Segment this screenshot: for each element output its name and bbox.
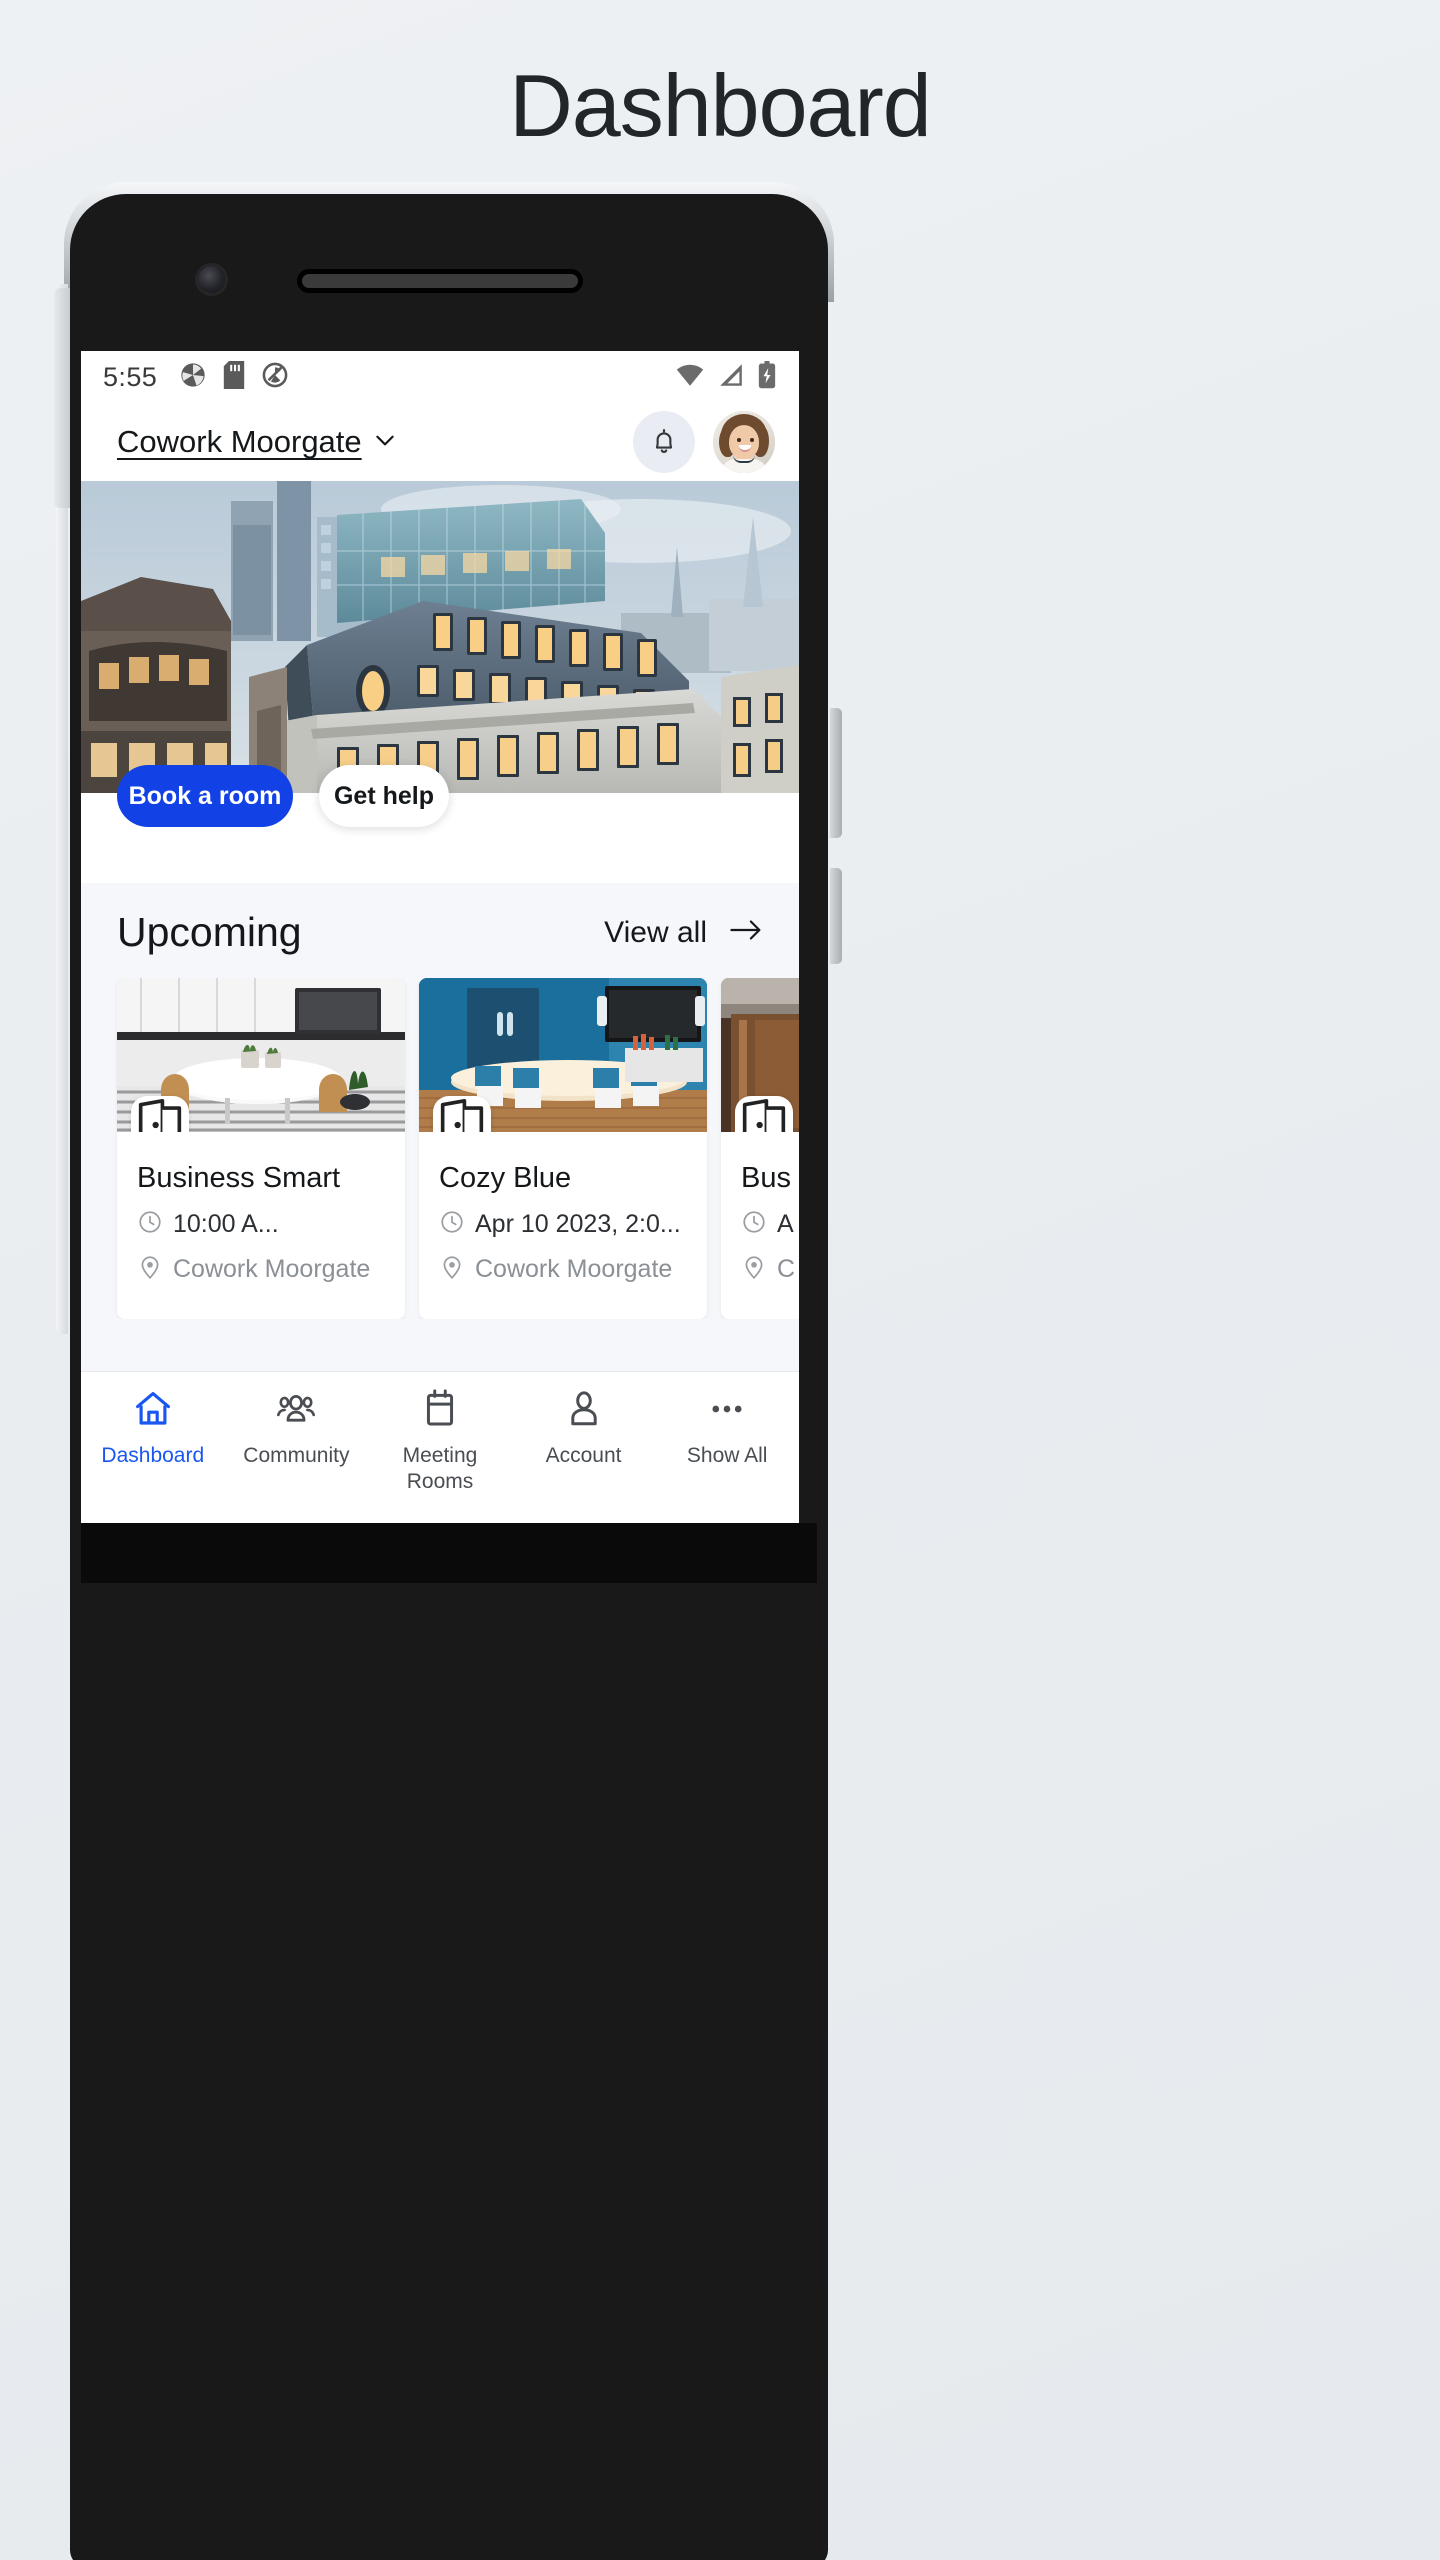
nav-item-community[interactable]: Community: [225, 1388, 369, 1469]
card-image: [721, 978, 799, 1132]
card-location-text: Cowork Moorgate: [475, 1255, 673, 1283]
battery-charging-icon: [757, 360, 777, 394]
device-left-edge-highlight: [54, 288, 70, 508]
hero-image: [81, 481, 799, 793]
location-pin-icon: [741, 1254, 767, 1285]
card-time-text: A: [777, 1210, 794, 1238]
people-icon: [275, 1388, 317, 1435]
book-a-room-button[interactable]: Book a room: [117, 765, 293, 827]
card-title: Business Smart: [137, 1162, 341, 1194]
device-bottom-chin: [81, 1523, 817, 1583]
notifications-button[interactable]: [633, 411, 695, 473]
nav-label: Meeting Rooms: [402, 1444, 478, 1493]
clock-icon: [439, 1209, 465, 1240]
wifi-icon: [675, 363, 705, 392]
card-location-text: C: [777, 1255, 796, 1283]
ellipsis-icon: [706, 1388, 748, 1435]
calendar-icon: [419, 1388, 461, 1435]
status-bar: 5:55: [81, 351, 799, 403]
upcoming-cards-carousel[interactable]: Business Smart 10:00 A... Cowork Moorgat…: [81, 978, 799, 1319]
clock-icon: [137, 1209, 163, 1240]
clock-icon: [741, 1209, 767, 1240]
nav-label: Show All: [686, 1444, 768, 1467]
open-door-icon: [735, 1096, 793, 1132]
location-selector[interactable]: Cowork Moorgate: [117, 424, 398, 460]
device-volume-button: [830, 708, 842, 838]
card-location: Cowork Moorgate: [137, 1254, 385, 1285]
cta-row: Book a room Get help: [81, 765, 799, 883]
card-title: Cozy Blue: [439, 1162, 572, 1194]
nav-label: Dashboard: [101, 1444, 205, 1467]
shutter-icon: [261, 361, 289, 394]
card-time: 10:00 A...: [137, 1209, 385, 1240]
phone-device-mockup: 5:55 Cowork Moorgate Book a room Get hel…: [54, 182, 842, 2560]
card-time-text: 10:00 A...: [173, 1210, 279, 1238]
list-item[interactable]: Business Smart 10:00 A... Cowork Moorgat…: [117, 978, 405, 1319]
open-door-icon: [131, 1096, 189, 1132]
camera-app-icon: [179, 361, 207, 394]
sd-card-icon: [223, 360, 245, 394]
phone-screen: 5:55 Cowork Moorgate Book a room Get hel…: [81, 351, 799, 1523]
upcoming-header: Upcoming View all: [81, 909, 799, 956]
upcoming-title: Upcoming: [117, 909, 302, 955]
nav-label: Account: [545, 1444, 622, 1467]
list-item[interactable]: Bus A C: [721, 978, 799, 1319]
front-camera: [198, 266, 225, 293]
view-all-label: View all: [604, 915, 707, 949]
get-help-button[interactable]: Get help: [319, 765, 449, 827]
bell-icon: [649, 426, 679, 459]
location-name: Cowork Moorgate: [117, 424, 362, 459]
location-pin-icon: [137, 1254, 163, 1285]
list-item[interactable]: Cozy Blue Apr 10 2023, 2:0... Cowork Moo…: [419, 978, 707, 1319]
upcoming-section: Upcoming View all Business Smart 10:00 A…: [81, 883, 799, 1523]
nav-item-show-all[interactable]: Show All: [655, 1388, 799, 1469]
avatar[interactable]: [713, 411, 775, 473]
card-title: Bus: [741, 1162, 791, 1194]
card-time-text: Apr 10 2023, 2:0...: [475, 1210, 681, 1238]
card-image: [117, 978, 405, 1132]
app-header: Cowork Moorgate: [81, 403, 799, 481]
nav-item-account[interactable]: Account: [512, 1388, 656, 1469]
status-bar-time: 5:55: [103, 361, 158, 392]
page-title: Dashboard: [509, 56, 932, 155]
cellular-signal-icon: [717, 363, 745, 392]
card-time: A: [741, 1209, 799, 1240]
earpiece-speaker: [302, 274, 578, 288]
chevron-down-icon: [372, 427, 398, 458]
card-time: Apr 10 2023, 2:0...: [439, 1209, 687, 1240]
device-power-button: [830, 868, 842, 964]
person-icon: [563, 1388, 605, 1435]
view-all-link[interactable]: View all: [604, 916, 763, 950]
card-location: Cowork Moorgate: [439, 1254, 687, 1285]
arrow-right-icon: [729, 917, 763, 948]
open-door-icon: [433, 1096, 491, 1132]
home-icon: [132, 1388, 174, 1435]
card-image: [419, 978, 707, 1132]
nav-item-meeting-rooms[interactable]: Meeting Rooms: [368, 1388, 512, 1494]
bottom-navigation: Dashboard Community Meeting Rooms Accoun…: [81, 1371, 799, 1523]
nav-item-dashboard[interactable]: Dashboard: [81, 1388, 225, 1469]
nav-label: Community: [243, 1444, 350, 1467]
card-location-text: Cowork Moorgate: [173, 1255, 371, 1283]
location-pin-icon: [439, 1254, 465, 1285]
card-location: C: [741, 1254, 799, 1285]
